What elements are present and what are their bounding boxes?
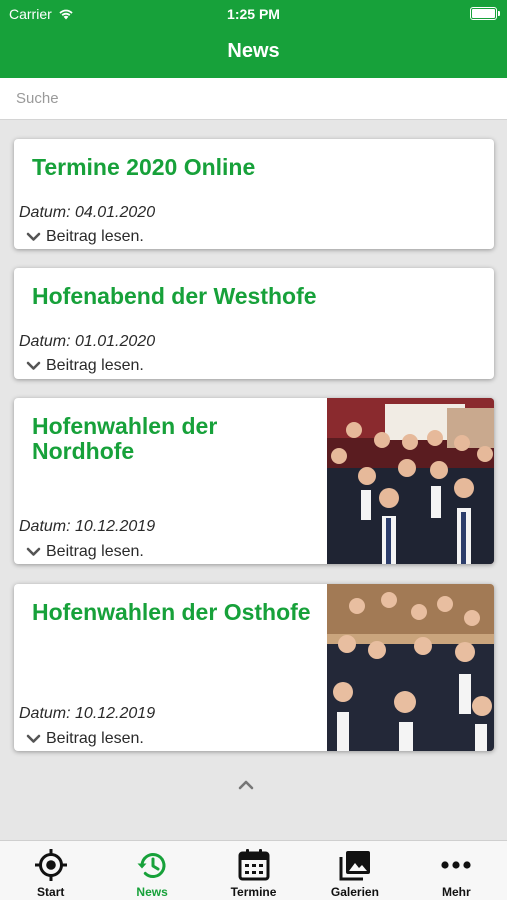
news-photo[interactable]	[327, 398, 494, 564]
tab-label: News	[136, 885, 168, 899]
tab-label: Galerien	[330, 885, 379, 899]
chevron-down-icon	[26, 361, 41, 370]
tab-news[interactable]: News	[101, 841, 202, 900]
tab-galerien[interactable]: Galerien	[304, 841, 405, 900]
read-more-button[interactable]: Beitrag lesen.	[26, 228, 144, 246]
crosshair-icon	[34, 849, 67, 881]
calendar-icon	[238, 849, 270, 881]
more-dots-icon	[441, 861, 471, 869]
app-header: Carrier 1:25 PM News	[0, 0, 507, 78]
read-more-button[interactable]: Beitrag lesen.	[26, 730, 144, 748]
news-date: Datum: 10.12.2019	[19, 518, 156, 535]
read-more-label: Beitrag lesen.	[46, 228, 144, 245]
news-card[interactable]: Termine 2020 Online Datum: 04.01.2020 Be…	[14, 139, 494, 249]
battery-icon	[470, 7, 500, 20]
tab-start[interactable]: Start	[0, 841, 101, 900]
chevron-down-icon	[26, 547, 41, 556]
history-icon	[137, 853, 166, 879]
chevron-up-icon[interactable]	[238, 779, 254, 791]
read-more-label: Beitrag lesen.	[46, 730, 144, 747]
news-title: Hofenwahlen der Nordhofe	[32, 413, 218, 464]
news-date: Datum: 10.12.2019	[19, 705, 156, 722]
gallery-icon	[339, 851, 370, 881]
read-more-label: Beitrag lesen.	[46, 543, 144, 560]
tab-label: Mehr	[441, 885, 471, 899]
news-date: Datum: 04.01.2020	[19, 204, 156, 221]
status-bar: Carrier 1:25 PM	[0, 0, 507, 28]
search-input[interactable]	[0, 78, 507, 119]
read-more-button[interactable]: Beitrag lesen.	[26, 543, 144, 561]
read-more-label: Beitrag lesen.	[46, 357, 144, 374]
news-title: Termine 2020 Online	[32, 154, 256, 180]
chevron-down-icon	[26, 734, 41, 743]
search-bar	[0, 78, 507, 120]
status-time: 1:25 PM	[227, 6, 280, 22]
news-card[interactable]: Hofenabend der Westhofe Datum: 01.01.202…	[14, 268, 494, 379]
news-title: Hofenabend der Westhofe	[32, 283, 317, 309]
tab-label: Start	[37, 885, 65, 899]
tab-termine[interactable]: Termine	[203, 841, 304, 900]
news-photo[interactable]	[327, 584, 494, 751]
tab-mehr[interactable]: Mehr	[406, 841, 507, 900]
news-card[interactable]: Hofenwahlen der Osthofe Datum: 10.12.201…	[14, 584, 494, 751]
tab-label: Termine	[230, 885, 277, 899]
page-title: News	[227, 40, 280, 62]
news-card[interactable]: Hofenwahlen der Nordhofe Datum: 10.12.20…	[14, 398, 494, 564]
news-title: Hofenwahlen der Osthofe	[32, 599, 311, 625]
tab-bar: Start News Termine Galerien Mehr	[0, 840, 507, 900]
chevron-down-icon	[26, 232, 41, 241]
news-date: Datum: 01.01.2020	[19, 333, 156, 350]
read-more-button[interactable]: Beitrag lesen.	[26, 357, 144, 375]
